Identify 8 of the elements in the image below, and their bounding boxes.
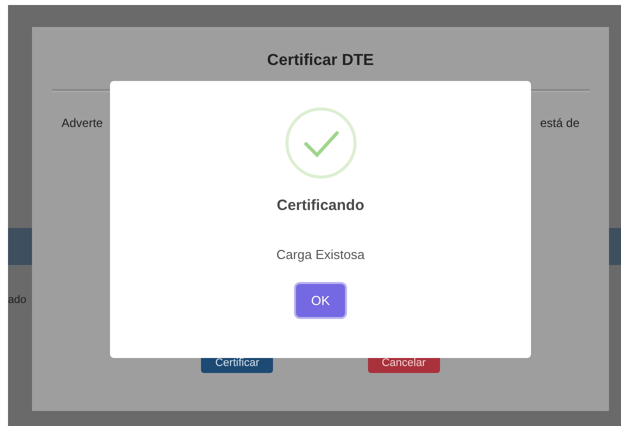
alert-message: Carga Existosa bbox=[276, 246, 365, 264]
modal-title: Certificar DTE bbox=[267, 51, 374, 71]
ok-button[interactable]: OK bbox=[296, 284, 345, 317]
warning-text: Adverte bbox=[62, 115, 103, 132]
success-check-icon bbox=[284, 107, 356, 179]
page-text: ado bbox=[8, 293, 26, 308]
alert-title: Certificando bbox=[276, 196, 364, 216]
warning-text: está de bbox=[540, 115, 580, 132]
